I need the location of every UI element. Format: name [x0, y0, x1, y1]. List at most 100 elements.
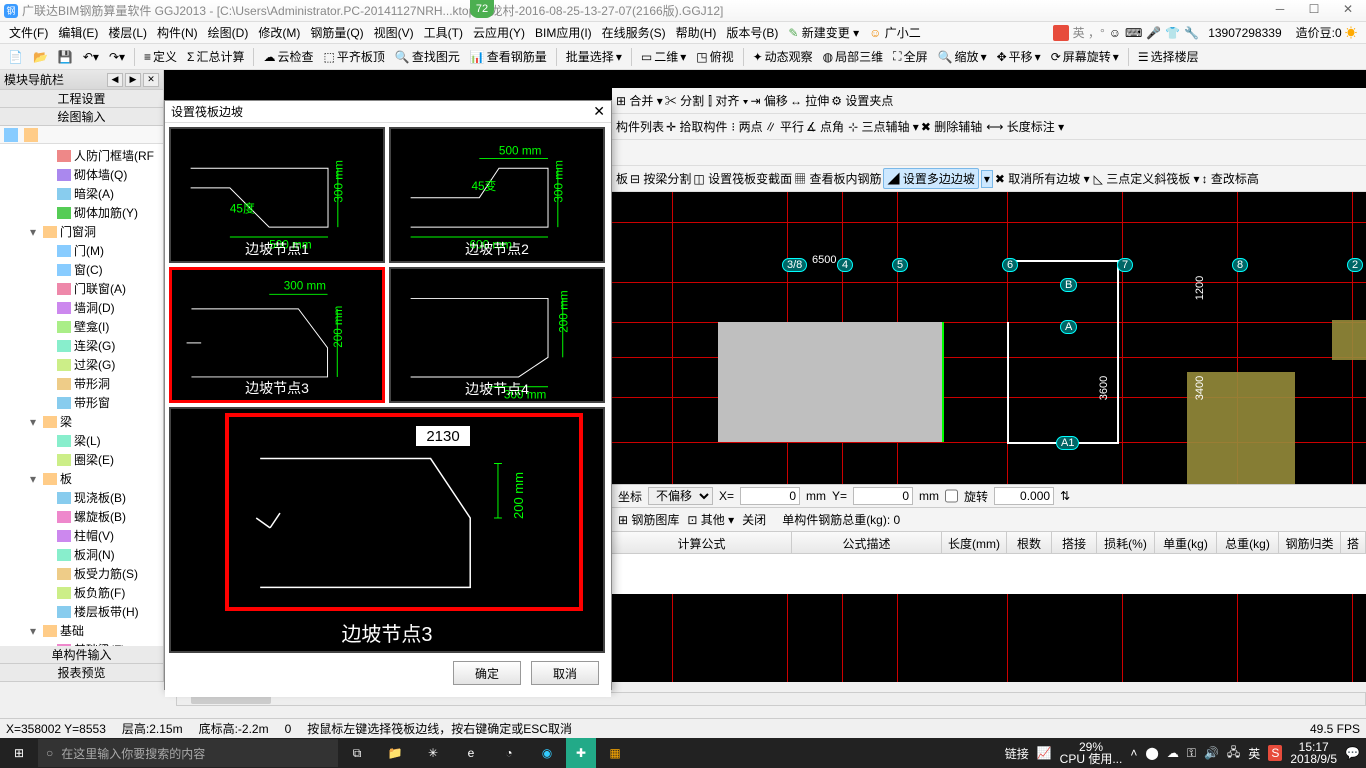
save-button[interactable]: 💾	[54, 48, 77, 66]
tray-net-icon[interactable]: 🖧	[1227, 743, 1240, 764]
single-input-tab[interactable]: 单构件输入	[0, 646, 163, 664]
zoom-button[interactable]: 🔍 缩放 ▾	[934, 46, 991, 67]
lendim-button[interactable]: ⟷ 长度标注 ▾	[986, 118, 1064, 135]
slope-option-1[interactable]: 45度500 mm300 mm 边坡节点1	[169, 127, 385, 263]
parallel-button[interactable]: ∥ 平行	[765, 118, 804, 135]
2d-button[interactable]: ▭ 二维 ▾	[637, 46, 690, 67]
tree-node[interactable]: 螺旋板(B)	[0, 507, 163, 526]
skin-icon[interactable]: 👕	[1165, 26, 1180, 40]
slope-option-2[interactable]: 500 mm600 mm45变300 mm 边坡节点2	[389, 127, 605, 263]
grid-body[interactable]	[612, 554, 1366, 594]
tree-node[interactable]: 门(M)	[0, 241, 163, 260]
col-len[interactable]: 长度(mm)	[942, 532, 1007, 553]
pick-button[interactable]: ✛ 拾取构件	[666, 118, 727, 135]
tree-node[interactable]: 梁(L)	[0, 431, 163, 450]
tree-node[interactable]: ▾门窗洞	[0, 222, 163, 241]
undo-button[interactable]: ↶▾	[79, 48, 103, 66]
taskview-button[interactable]: ⧉	[338, 738, 376, 768]
tray-link[interactable]: 链接	[1005, 745, 1029, 762]
slope-option-3[interactable]: 300 mm200 mm 边坡节点3	[169, 267, 385, 403]
align-button[interactable]: ⫿ 对齐 ▾	[708, 92, 748, 109]
tree-node[interactable]: 板受力筋(S)	[0, 564, 163, 583]
slope-option-4[interactable]: 300 mm200 mm 边坡节点4	[389, 267, 605, 403]
overlook-button[interactable]: ◳ 俯视	[692, 46, 737, 67]
draw-input-tab[interactable]: 绘图输入	[0, 108, 163, 126]
twopt-button[interactable]: ⁝ 两点	[731, 118, 762, 135]
setsec-button[interactable]: ◫ 设置筏板变截面	[693, 170, 792, 187]
col-formula[interactable]: 计算公式	[612, 532, 792, 553]
rebarlib-button[interactable]: ⊞ 钢筋图库	[618, 511, 679, 528]
menu-floor[interactable]: 楼层(L)	[103, 24, 152, 41]
redo-button[interactable]: ↷▾	[105, 48, 129, 66]
col-tw[interactable]: 总重(kg)	[1217, 532, 1279, 553]
dialog-close-button[interactable]: ✕	[593, 103, 605, 120]
menu-view[interactable]: 视图(V)	[369, 24, 419, 41]
split-button[interactable]: ✂ 分割	[665, 92, 704, 109]
nav-left-button[interactable]: ◀	[107, 73, 123, 87]
tb-app3-icon[interactable]: ✚	[566, 738, 596, 768]
tree-node[interactable]: ▾基础	[0, 621, 163, 640]
selfloor-button[interactable]: ☰ 选择楼层	[1134, 46, 1203, 67]
rot-stepper[interactable]: ⇅	[1060, 489, 1070, 503]
other-button[interactable]: ⊡ 其他 ▾	[687, 511, 734, 528]
merge-button[interactable]: ⊞ 合并 ▾	[616, 92, 663, 109]
tray-expand-icon[interactable]: ˄	[1130, 746, 1137, 760]
x-input[interactable]	[740, 487, 800, 505]
tb-folder-icon[interactable]: 📁	[376, 738, 414, 768]
offset-button[interactable]: ⇥ 偏移	[751, 92, 788, 109]
flatboard-button[interactable]: ⬚ 平齐板顶	[320, 46, 389, 67]
delaux-button[interactable]: ✖ 删除辅轴	[921, 118, 982, 135]
col-lap[interactable]: 搭接	[1052, 532, 1097, 553]
menu-edit[interactable]: 编辑(E)	[53, 24, 103, 41]
tray-ime[interactable]: 英	[1248, 745, 1260, 762]
nav-close-button[interactable]: ✕	[143, 73, 159, 87]
rot-input[interactable]	[994, 487, 1054, 505]
threeaux-button[interactable]: ⊹ 三点辅轴 ▾	[848, 118, 919, 135]
tb-fan-icon[interactable]: ✳	[414, 738, 452, 768]
tree-expand-icon[interactable]	[4, 128, 18, 142]
batch-button[interactable]: 批量选择 ▾	[562, 46, 626, 67]
ptang-button[interactable]: ∡ 点角	[806, 118, 844, 135]
pan-button[interactable]: ✥ 平移 ▾	[993, 46, 1045, 67]
tb-app1-icon[interactable]: ◔	[490, 738, 528, 768]
taskbar-search[interactable]: ○在这里输入你要搜索的内容	[38, 739, 338, 767]
cancel-button[interactable]: 取消	[531, 661, 599, 685]
findbar-button[interactable]: 📊 查看钢筋量	[466, 46, 551, 67]
keyboard-icon[interactable]: ⌨	[1125, 26, 1142, 40]
col-loss[interactable]: 损耗(%)	[1097, 532, 1155, 553]
open-button[interactable]: 📂	[29, 48, 52, 66]
sogou-icon[interactable]	[1053, 25, 1069, 41]
menu-component[interactable]: 构件(N)	[152, 24, 203, 41]
tray-i1[interactable]: ⬤	[1145, 746, 1158, 760]
tree-node[interactable]: 窗(C)	[0, 260, 163, 279]
user-button[interactable]: ☺ 广小二	[864, 24, 926, 41]
y-input[interactable]	[853, 487, 913, 505]
tree-node[interactable]: 圈梁(E)	[0, 450, 163, 469]
tb-edge-icon[interactable]: e	[452, 738, 490, 768]
new-change-button[interactable]: ✎ 新建变更 ▾	[783, 24, 864, 41]
local3d-button[interactable]: ◍ 局部三维	[819, 46, 888, 67]
stretch-button[interactable]: ↔ 拉伸	[790, 92, 829, 109]
tray-date[interactable]: 2018/9/5	[1290, 753, 1337, 765]
cloudcheck-button[interactable]: ☁ 云检查	[259, 46, 317, 67]
maximize-button[interactable]: ☐	[1300, 2, 1328, 20]
tree-node[interactable]: ▾板	[0, 469, 163, 488]
tree-node[interactable]: 暗梁(A)	[0, 184, 163, 203]
tree-node[interactable]: 连梁(G)	[0, 336, 163, 355]
splitbeam-button[interactable]: ⊟ 按梁分割	[630, 170, 691, 187]
fullscreen-button[interactable]: ⛶ 全屏	[889, 46, 931, 67]
mic-icon[interactable]: 🎤	[1146, 26, 1161, 40]
menu-file[interactable]: 文件(F)	[4, 24, 53, 41]
tree-node[interactable]: 人防门框墙(RF	[0, 146, 163, 165]
col-lap2[interactable]: 搭	[1341, 532, 1366, 553]
proj-settings-tab[interactable]: 工程设置	[0, 90, 163, 108]
viewbar-button[interactable]: ▦ 查看板内钢筋	[794, 170, 881, 187]
toolbox-icon[interactable]: 🔧	[1184, 26, 1199, 40]
col-desc[interactable]: 公式描述	[792, 532, 942, 553]
minimize-button[interactable]: ─	[1266, 2, 1294, 20]
tree-node[interactable]: 壁龛(I)	[0, 317, 163, 336]
findimg-button[interactable]: 🔍 查找图元	[391, 46, 464, 67]
tray-sogou-icon[interactable]: S	[1268, 745, 1282, 761]
tree-node[interactable]: 砌体加筋(Y)	[0, 203, 163, 222]
menu-modify[interactable]: 修改(M)	[253, 24, 305, 41]
